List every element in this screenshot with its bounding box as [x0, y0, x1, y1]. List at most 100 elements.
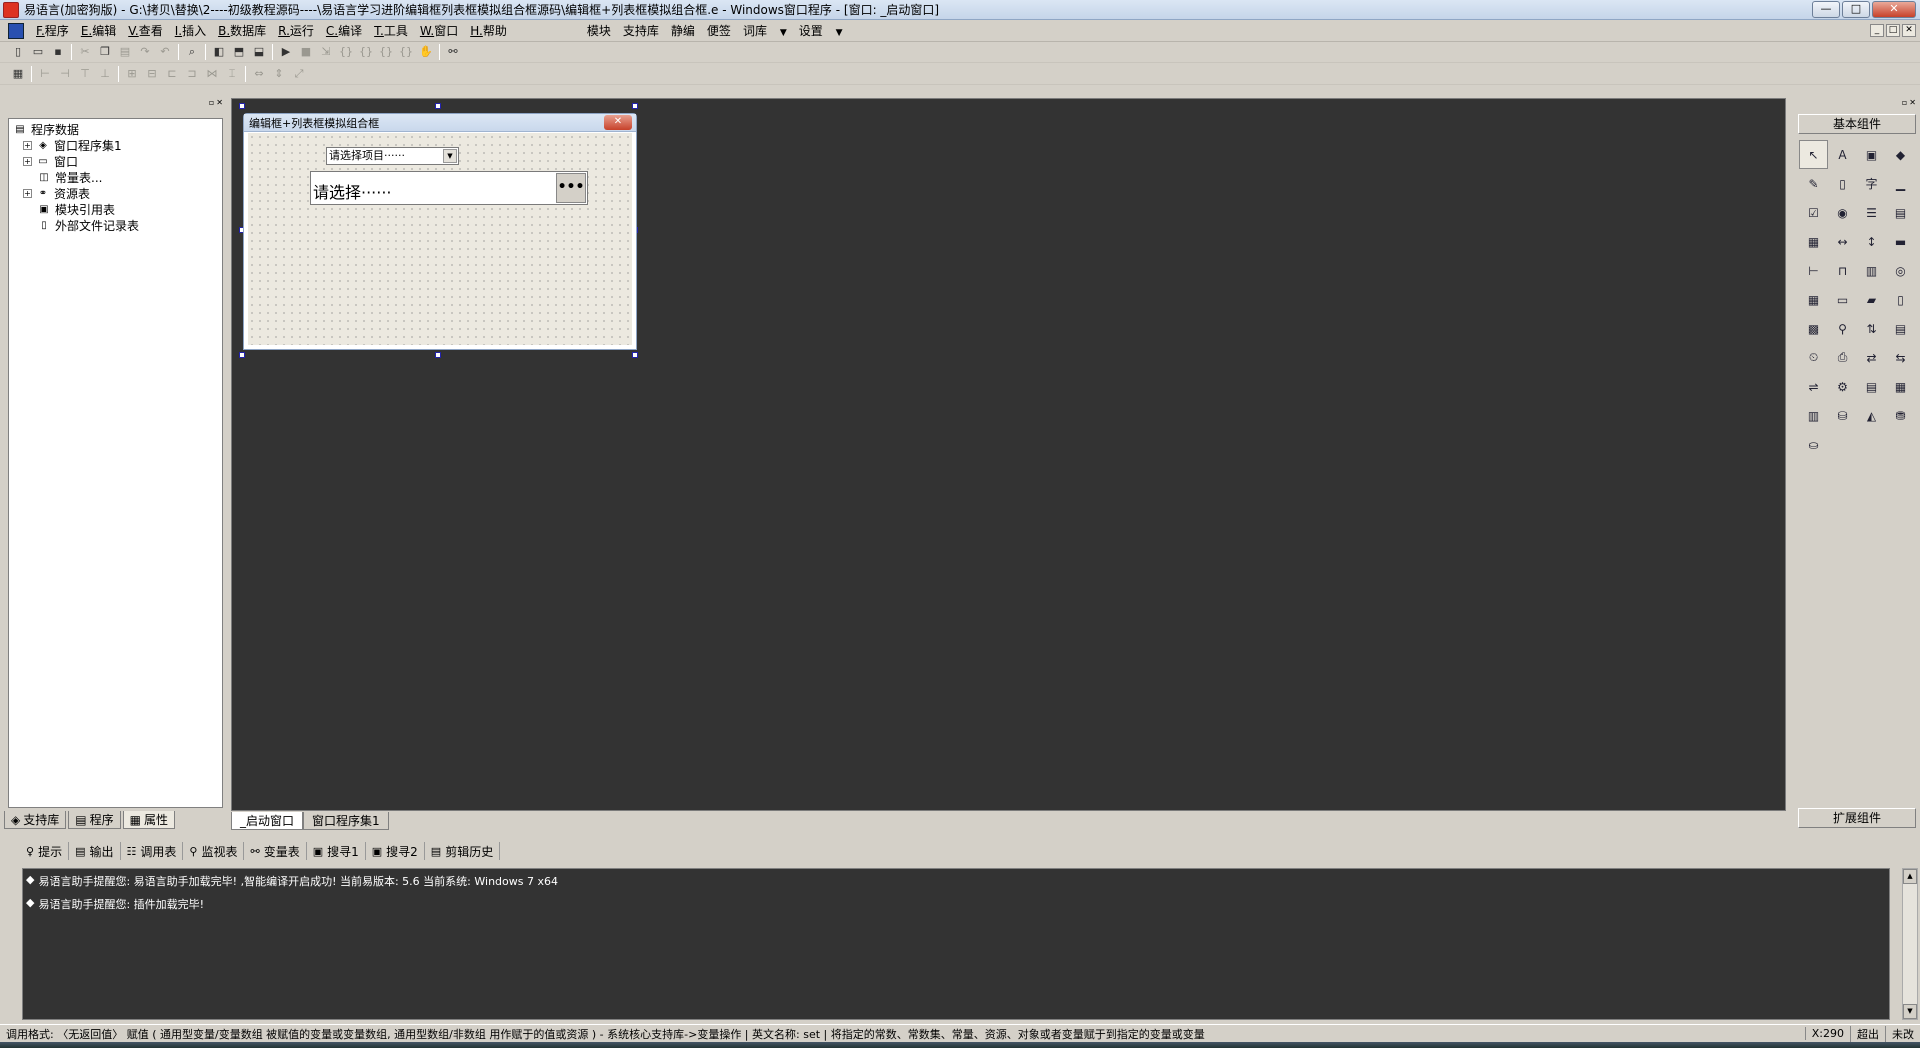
pointer-icon[interactable]: ↖: [1799, 140, 1828, 169]
mdi-minimize-button[interactable]: _: [1870, 24, 1884, 37]
odbc-source-icon[interactable]: ⛀: [1799, 430, 1828, 459]
server-icon[interactable]: ⚙: [1828, 372, 1857, 401]
step-over-icon[interactable]: {}: [336, 43, 356, 61]
tree-node-window[interactable]: + ▭ 窗口: [13, 153, 218, 169]
combo-box[interactable]: 请选择项目······ ▼: [326, 147, 459, 165]
data-source-icon[interactable]: ⇆: [1886, 343, 1915, 372]
ellipsis-button[interactable]: •••: [556, 173, 586, 203]
tab-window-assembly[interactable]: 窗口程序集1: [303, 812, 389, 830]
designer-canvas[interactable]: 编辑框+列表框模拟组合框 ✕ 请选择项目······ ▼ 请选择······ •…: [231, 98, 1786, 811]
file-box-icon[interactable]: ▯: [1886, 285, 1915, 314]
close-button[interactable]: ✕: [1872, 1, 1916, 18]
scroll-down-icon[interactable]: ▼: [1903, 1004, 1917, 1019]
size-height-icon[interactable]: ⇕: [269, 65, 289, 83]
picture-icon[interactable]: ▯: [1828, 169, 1857, 198]
redo-icon[interactable]: ↷: [135, 43, 155, 61]
underline-icon[interactable]: ▁: [1886, 169, 1915, 198]
breakpoint-icon[interactable]: {}: [396, 43, 416, 61]
client-icon[interactable]: ⇌: [1799, 372, 1828, 401]
table-icon[interactable]: ▤: [1857, 372, 1886, 401]
radio-icon[interactable]: ◉: [1828, 198, 1857, 227]
output-scrollbar[interactable]: ▲ ▼: [1902, 868, 1918, 1020]
form-close-button[interactable]: ✕: [604, 115, 632, 130]
align-left-icon[interactable]: ⊢: [35, 65, 55, 83]
selection-handle[interactable]: [239, 352, 245, 358]
checklist-icon[interactable]: ▦: [1799, 227, 1828, 256]
run-icon[interactable]: ▶: [276, 43, 296, 61]
tab-output[interactable]: ▤ 输出: [69, 842, 121, 860]
checkbox-icon[interactable]: ☑: [1799, 198, 1828, 227]
printer-icon[interactable]: ⎙: [1828, 343, 1857, 372]
progress-icon[interactable]: ▬: [1886, 227, 1915, 256]
adjuster-icon[interactable]: ⇅: [1857, 314, 1886, 343]
grid-table-icon[interactable]: ▦: [1886, 372, 1915, 401]
panel-close-icon[interactable]: ✕: [216, 98, 223, 110]
timer-icon[interactable]: ⏲: [1799, 343, 1828, 372]
folder-box-icon[interactable]: ▰: [1857, 285, 1886, 314]
selection-handle[interactable]: [435, 352, 441, 358]
tab-control-icon[interactable]: ⊓: [1828, 256, 1857, 285]
menu-support-lib[interactable]: 支持库: [617, 22, 665, 39]
chevron-down-icon[interactable]: ▼: [443, 149, 457, 163]
new-file-icon[interactable]: ▯: [8, 43, 28, 61]
tree-node-assembly[interactable]: + ◈ 窗口程序集1: [13, 137, 218, 153]
menu-insert[interactable]: I.插入: [169, 22, 212, 39]
binoculars-icon[interactable]: ⚯: [443, 43, 463, 61]
data-report-icon[interactable]: ⇄: [1857, 343, 1886, 372]
design-form[interactable]: 编辑框+列表框模拟组合框 ✕ 请选择项目······ ▼ 请选择······ •…: [243, 113, 637, 350]
hyperlink-icon[interactable]: ⚲: [1828, 314, 1857, 343]
expand-icon[interactable]: +: [23, 188, 32, 198]
tab-clip-history[interactable]: ▤ 剪辑历史: [425, 842, 501, 860]
menu-settings[interactable]: 设置: [793, 22, 849, 39]
menu-dictionary[interactable]: 词库: [737, 22, 793, 39]
tab-hint[interactable]: ♀ 提示: [20, 842, 70, 860]
selection-handle[interactable]: [632, 352, 638, 358]
shape-icon[interactable]: ◆: [1886, 140, 1915, 169]
menu-edit[interactable]: E.编辑: [75, 22, 122, 39]
calendar-icon[interactable]: ▦: [1799, 285, 1828, 314]
tab-search2[interactable]: ▣ 搜寻2: [366, 842, 425, 860]
tab-call-stack[interactable]: ☷ 调用表: [121, 842, 184, 860]
space-vertical-icon[interactable]: ⌶: [222, 65, 242, 83]
panel-close-icon[interactable]: ✕: [1909, 98, 1916, 110]
tab-support-lib[interactable]: ◈ 支持库: [4, 811, 67, 829]
tab-watch[interactable]: ⚲ 监视表: [183, 842, 245, 860]
tab-variables[interactable]: ⚯ 变量表: [244, 842, 307, 860]
tab-properties[interactable]: ▦ 属性: [122, 811, 175, 829]
menu-tools[interactable]: T.工具: [368, 22, 414, 39]
same-width-icon[interactable]: ⊏: [162, 65, 182, 83]
step-into-icon[interactable]: ⇲: [316, 43, 336, 61]
menu-program[interactable]: F.程序: [30, 22, 75, 39]
tab-search1[interactable]: ▣ 搜寻1: [307, 842, 366, 860]
menu-window[interactable]: W.窗口: [414, 22, 464, 39]
menu-modules[interactable]: 模块: [581, 22, 617, 39]
text-label-icon[interactable]: 字: [1857, 169, 1886, 198]
copy-icon[interactable]: ❐: [95, 43, 115, 61]
space-horizontal-icon[interactable]: ⋈: [202, 65, 222, 83]
animation-icon[interactable]: ◎: [1886, 256, 1915, 285]
size-both-icon[interactable]: ⤢: [289, 65, 309, 83]
maximize-button[interactable]: □: [1842, 1, 1870, 18]
open-folder-icon[interactable]: ▭: [28, 43, 48, 61]
same-height-icon[interactable]: ⊐: [182, 65, 202, 83]
menu-compile[interactable]: C.编译: [320, 22, 368, 39]
tree-node-module-refs[interactable]: ▣ 模块引用表: [13, 201, 218, 217]
save-icon[interactable]: ▪: [48, 43, 68, 61]
cut-icon[interactable]: ✂: [75, 43, 95, 61]
chart-icon[interactable]: ◭: [1857, 401, 1886, 430]
step-out-icon[interactable]: {}: [356, 43, 376, 61]
listbox-icon[interactable]: ☰: [1857, 198, 1886, 227]
menu-notes[interactable]: 便签: [701, 22, 737, 39]
selection-handle[interactable]: [239, 103, 245, 109]
extended-components-footer[interactable]: 扩展组件: [1798, 808, 1916, 828]
panel-pin-icon[interactable]: ▫: [1902, 98, 1907, 110]
menu-run[interactable]: R.运行: [272, 22, 320, 39]
combobox-icon[interactable]: ▤: [1886, 198, 1915, 227]
grid-icon[interactable]: ▦: [8, 65, 28, 83]
minimize-button[interactable]: —: [1812, 1, 1840, 18]
menu-database[interactable]: B.数据库: [212, 22, 272, 39]
basic-components-header[interactable]: 基本组件: [1798, 114, 1916, 134]
layout-left-icon[interactable]: ◧: [209, 43, 229, 61]
paste-icon[interactable]: ▤: [115, 43, 135, 61]
menu-help[interactable]: H.帮助: [464, 22, 513, 39]
